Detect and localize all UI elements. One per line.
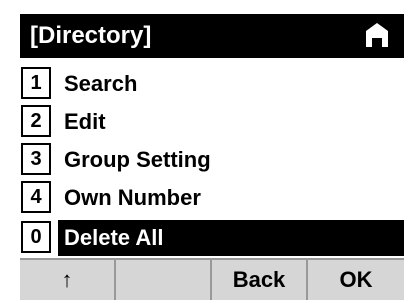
softkey-empty[interactable] (116, 260, 212, 300)
menu-key: 3 (21, 143, 51, 175)
menu-key: 4 (21, 181, 51, 213)
title-bar: [Directory] (20, 14, 404, 58)
menu-key: 0 (21, 221, 51, 253)
softkey-ok[interactable]: OK (308, 260, 404, 300)
menu-item-own-number[interactable]: 4 Own Number (20, 180, 404, 216)
page-title: [Directory] (30, 22, 152, 49)
menu-item-label: Search (64, 71, 138, 96)
menu-key: 2 (21, 105, 51, 137)
menu-item-label: Edit (64, 109, 106, 134)
menu-item-label: Delete All (64, 225, 164, 250)
menu-item-search[interactable]: 1 Search (20, 66, 404, 102)
menu-item-label: Own Number (64, 185, 201, 210)
softkey-up-arrow[interactable]: ↑ (20, 260, 116, 300)
phone-screen: [Directory] 1 Search 2 Edit 3 Group Sett… (20, 14, 404, 300)
handset-icon (366, 23, 388, 47)
menu-key: 1 (21, 67, 51, 99)
menu-item-delete-all[interactable]: 0 Delete All (20, 220, 404, 256)
menu-item-edit[interactable]: 2 Edit (20, 104, 404, 140)
softkey-bar: ↑ Back OK (20, 258, 404, 300)
softkey-back[interactable]: Back (212, 260, 308, 300)
menu-item-group-setting[interactable]: 3 Group Setting (20, 142, 404, 178)
menu-item-label: Group Setting (64, 147, 211, 172)
